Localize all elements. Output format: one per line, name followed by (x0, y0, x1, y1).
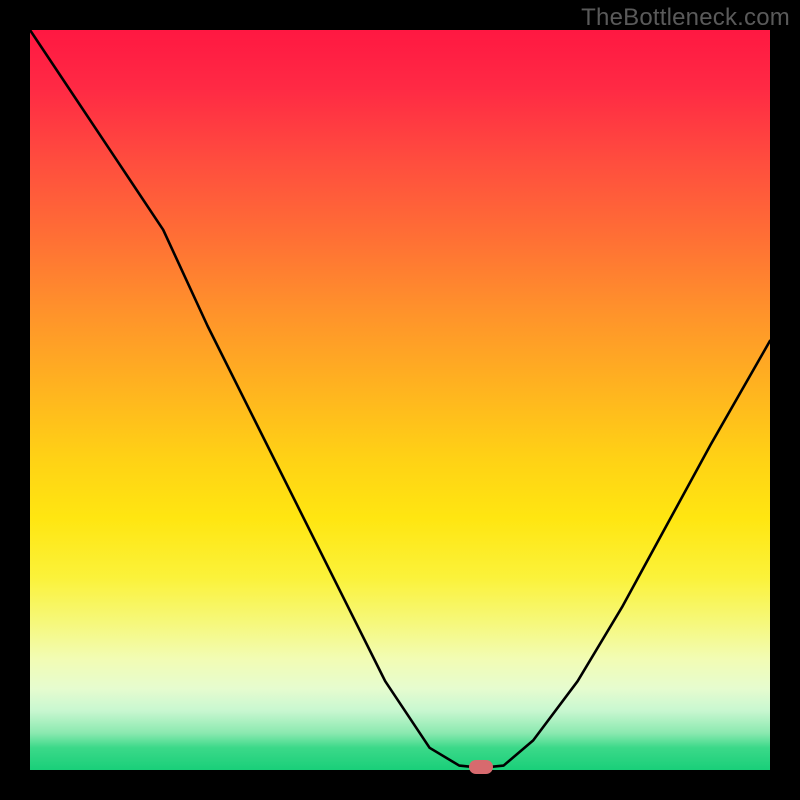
bottleneck-curve (30, 30, 770, 770)
plot-area (30, 30, 770, 770)
chart-frame: TheBottleneck.com (0, 0, 800, 800)
curve-path (30, 30, 770, 767)
optimal-marker (469, 760, 493, 774)
watermark-text: TheBottleneck.com (581, 4, 790, 32)
